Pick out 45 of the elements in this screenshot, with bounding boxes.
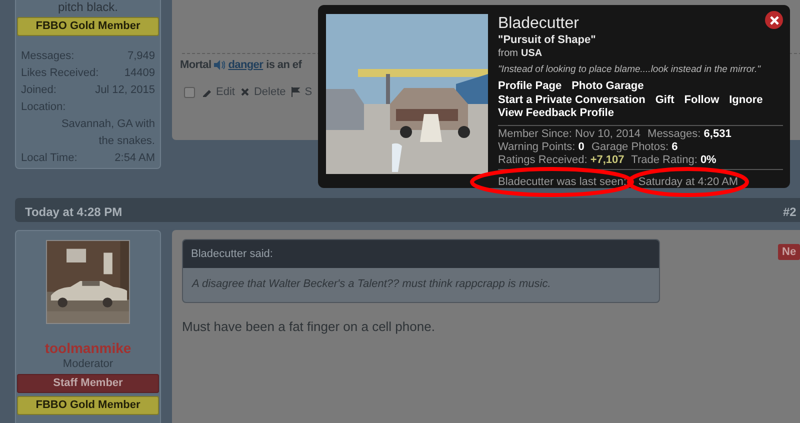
stat-value: 0% [700, 154, 716, 166]
from-label: from [498, 47, 518, 61]
post-number-link[interactable]: #2 [783, 203, 796, 221]
last-seen-label: Bladecutter was last seen: [498, 174, 626, 190]
membership-banner: FBBO Gold Member [17, 396, 159, 415]
stat-label: Member Since: [498, 128, 573, 140]
membership-banner: FBBO Gold Member [17, 17, 159, 36]
stat-label: Trade Rating: [631, 154, 698, 166]
member-title: "Pursuit of Shape" [498, 33, 597, 47]
stat-value: Nov 10, 2014 [575, 128, 640, 140]
profile-link[interactable]: View Feedback Profile [498, 107, 614, 120]
stat-value: 6,531 [704, 128, 732, 140]
profile-link[interactable]: Profile Page [498, 80, 562, 94]
member-name: Bladecutter [498, 14, 579, 33]
profile-link[interactable]: Gift [655, 94, 674, 107]
member-signature: "Instead of looking to place blame....look instead in the mirror." [498, 63, 762, 77]
speaker-icon [214, 60, 226, 70]
profile-link[interactable]: Photo Garage [572, 80, 644, 94]
stat-label: Garage Photos: [591, 140, 670, 152]
stat-value: 6 [672, 140, 678, 152]
from-value: USA [521, 47, 542, 61]
user-title: pitch black. [56, 0, 120, 14]
close-icon [240, 87, 250, 98]
stat-value: 0 [578, 140, 584, 152]
flag-icon [290, 87, 301, 98]
stat-label: Messages: [648, 128, 702, 140]
new-badge: Ne [778, 244, 800, 260]
signature-text: Mortal [180, 58, 212, 73]
post-message: Must have been a fat finger on a cell phone. [182, 318, 435, 336]
quote-text: A disagree that Walter Becker's a Talent?? must think rappcrapp is music. [190, 277, 552, 292]
close-button[interactable] [765, 11, 783, 29]
pencil-icon [202, 87, 212, 98]
quote-author: Bladecutter said: [191, 246, 273, 262]
last-seen-value: Saturday at 4:20 AM [638, 174, 738, 190]
staff-banner: Staff Member [17, 374, 159, 393]
profile-link[interactable]: Start a Private Conversation [498, 94, 646, 107]
checkbox[interactable] [184, 86, 195, 98]
stat-value: +7,107 [590, 154, 624, 166]
profile-link[interactable]: Ignore [729, 94, 763, 107]
post-date: Today at 4:28 PM [25, 204, 122, 221]
stat-label: Ratings Received: [498, 154, 588, 166]
stat-label: Warning Points: [498, 140, 576, 152]
signature-text: is an ef [266, 58, 302, 73]
profile-link[interactable]: Follow [684, 94, 720, 107]
close-icon [770, 16, 778, 24]
